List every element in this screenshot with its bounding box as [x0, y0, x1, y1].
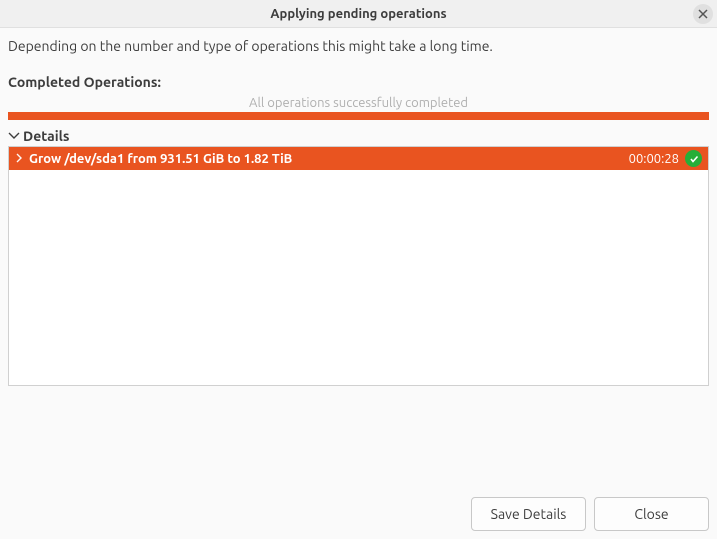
details-label: Details: [23, 128, 69, 144]
status-message: All operations successfully completed: [8, 96, 709, 110]
dialog-content: Depending on the number and type of oper…: [0, 28, 717, 386]
close-icon[interactable]: [693, 4, 713, 24]
operation-duration: 00:00:28: [629, 152, 679, 166]
details-toggle[interactable]: Details: [8, 128, 709, 144]
check-circle-icon: [685, 150, 702, 167]
close-button[interactable]: Close: [594, 497, 709, 531]
chevron-right-icon: [15, 152, 23, 166]
window-title: Applying pending operations: [270, 7, 446, 21]
save-details-button[interactable]: Save Details: [471, 497, 586, 531]
operation-label: Grow /dev/sda1 from 931.51 GiB to 1.82 T…: [29, 152, 629, 166]
progress-bar: [8, 112, 709, 120]
dialog-footer: Save Details Close: [471, 497, 709, 531]
operation-row[interactable]: Grow /dev/sda1 from 931.51 GiB to 1.82 T…: [9, 147, 708, 170]
titlebar: Applying pending operations: [0, 0, 717, 28]
details-panel: Grow /dev/sda1 from 931.51 GiB to 1.82 T…: [8, 146, 709, 386]
chevron-down-icon: [8, 130, 20, 143]
completed-operations-heading: Completed Operations:: [8, 74, 709, 90]
description-text: Depending on the number and type of oper…: [8, 38, 709, 54]
